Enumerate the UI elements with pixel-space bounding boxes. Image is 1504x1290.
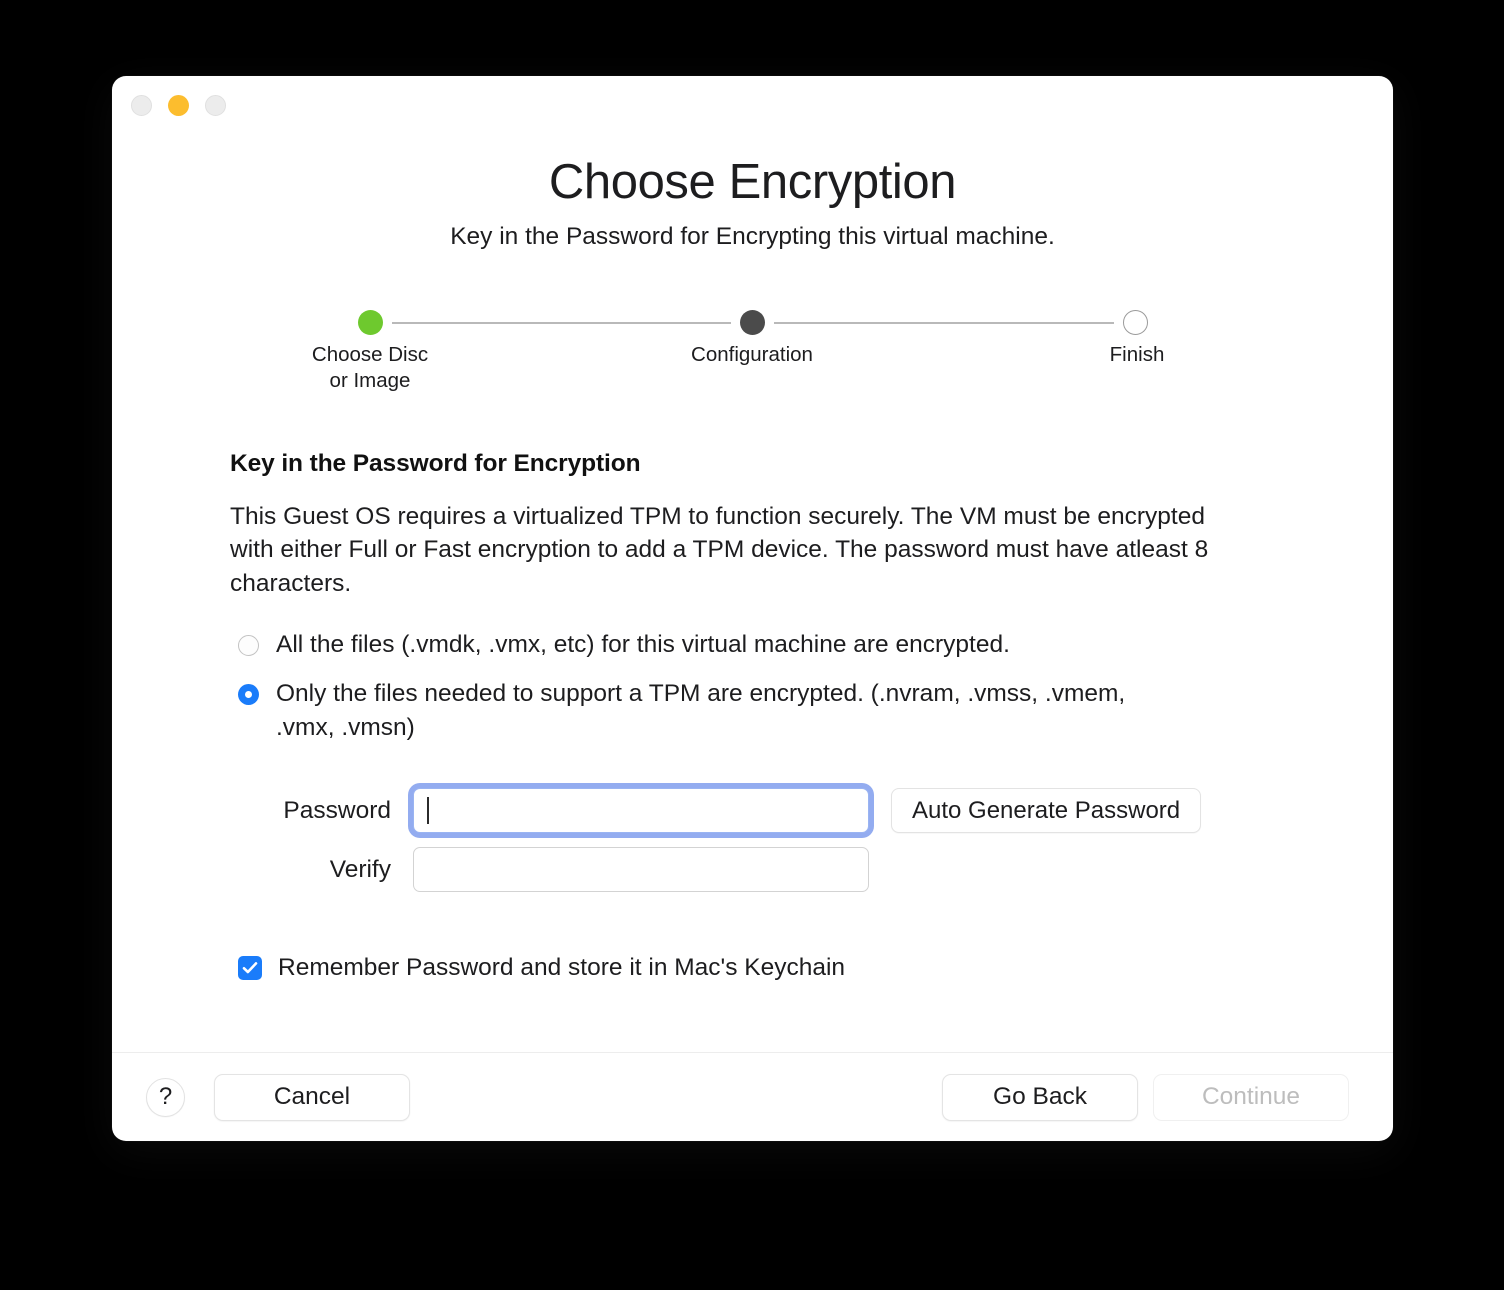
continue-button: Continue	[1153, 1073, 1349, 1121]
verify-input[interactable]	[413, 847, 869, 893]
encryption-radio-group: All the files (.vmdk, .vmx, etc) for thi…	[230, 628, 1393, 744]
stepper-track	[357, 308, 1148, 338]
page-title: Choose Encryption	[548, 155, 957, 209]
step-dot-choose-disc	[357, 310, 383, 336]
help-button[interactable]: ?	[146, 1077, 185, 1117]
section-heading: Key in the Password for Encryption	[230, 449, 641, 477]
choose-encryption-window: Choose Encryption Key in the Password fo…	[112, 76, 1393, 1141]
remember-password-row[interactable]: Remember Password and store it in Mac's …	[230, 954, 1393, 982]
verify-label: Verify	[329, 855, 391, 883]
password-fields: Password Auto Generate Password Verify	[230, 783, 1393, 896]
cancel-button[interactable]: Cancel	[214, 1073, 410, 1121]
zoom-button-icon[interactable]	[205, 95, 226, 116]
verify-input-wrapper	[413, 847, 869, 893]
text-caret	[427, 797, 429, 825]
footer-primary-actions: Go Back Continue	[942, 1073, 1349, 1121]
go-back-button[interactable]: Go Back	[942, 1073, 1138, 1121]
radio-icon-tpm-only[interactable]	[238, 684, 259, 706]
window-titlebar	[112, 76, 1393, 130]
step-label-choose-disc: Choose Disc or Image	[311, 342, 429, 392]
minimize-button-icon[interactable]	[168, 95, 189, 116]
step-label-finish: Finish	[1109, 342, 1165, 366]
auto-generate-password-button[interactable]: Auto Generate Password	[891, 788, 1202, 834]
radio-label-tpm-only: Only the files needed to support a TPM a…	[276, 680, 1126, 741]
verify-row: Verify	[230, 844, 1393, 896]
radio-option-all-files[interactable]: All the files (.vmdk, .vmx, etc) for thi…	[230, 628, 1393, 662]
radio-icon-all-files[interactable]	[238, 635, 259, 657]
password-label: Password	[283, 796, 391, 824]
radio-label-all-files: All the files (.vmdk, .vmx, etc) for thi…	[276, 631, 1010, 659]
step-dot-configuration	[740, 310, 765, 336]
step-connector-1	[391, 321, 731, 324]
step-dot-finish	[1122, 310, 1148, 336]
password-input-wrapper	[408, 783, 874, 839]
step-label-configuration: Configuration	[691, 342, 813, 366]
checkbox-icon-remember-password[interactable]	[238, 955, 262, 980]
traffic-light-group	[131, 95, 226, 116]
close-button-icon[interactable]	[131, 95, 152, 116]
radio-option-tpm-only[interactable]: Only the files needed to support a TPM a…	[230, 677, 1393, 745]
section-description: This Guest OS requires a virtualized TPM…	[230, 502, 1209, 597]
page-subtitle: Key in the Password for Encrypting this …	[450, 222, 1055, 250]
password-input[interactable]	[413, 788, 869, 834]
step-connector-2	[774, 321, 1114, 324]
dialog-footer: ? Cancel Go Back Continue	[112, 1052, 1393, 1141]
checkbox-label-remember-password: Remember Password and store it in Mac's …	[278, 953, 846, 981]
desktop-background: Choose Encryption Key in the Password fo…	[0, 0, 1504, 1290]
dialog-header: Choose Encryption Key in the Password fo…	[112, 130, 1393, 253]
dialog-body: Key in the Password for Encryption This …	[112, 396, 1393, 1052]
wizard-stepper: Choose Disc or Image Configuration Finis…	[312, 308, 1164, 396]
password-row: Password Auto Generate Password	[230, 783, 1393, 839]
stepper-labels: Choose Disc or Image Configuration Finis…	[312, 342, 1164, 396]
